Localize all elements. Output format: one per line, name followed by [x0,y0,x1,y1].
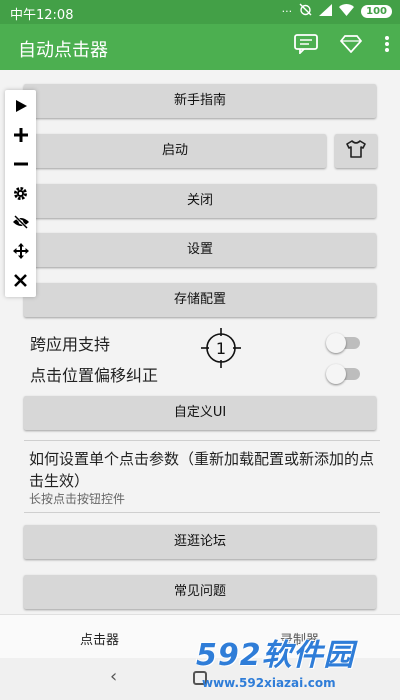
play-icon[interactable] [5,94,36,118]
watermark: 592软件园 www.592xiazai.com [196,630,400,700]
plus-icon[interactable] [5,123,36,147]
crosshair-icon: 1 [201,328,241,368]
cross-app-toggle[interactable] [326,333,360,353]
divider [24,440,380,441]
custom-ui-button[interactable]: 自定义UI [24,396,376,430]
battery-icon: 100 [361,4,392,18]
eye-off-icon[interactable] [5,210,36,234]
start-button[interactable]: 启动 [24,134,326,168]
watermark-url: www.592xiazai.com [202,676,336,690]
skin-button[interactable] [335,134,377,168]
offset-fix-label: 点击位置偏移纠正 [30,366,159,385]
shirt-icon [346,140,366,162]
dots-icon: ··· [281,4,293,18]
info-title: 如何设置单个点击参数（重新加载配置或新添加的点击生效） [29,450,375,490]
info-subtitle: 长按点击按钮控件 [29,492,126,506]
wifi-icon [339,3,355,19]
toggle-knob [326,364,346,384]
app-title: 自动点击器 [18,40,108,61]
faq-button[interactable]: 常见问题 [24,575,376,609]
target-number: 1 [216,339,226,358]
divider [24,512,380,513]
signal-icon [319,3,333,19]
minus-icon[interactable] [5,152,36,176]
floating-toolbar [5,90,36,297]
settings-button[interactable]: 设置 [24,233,376,267]
back-icon[interactable]: ‹ [110,666,117,687]
click-target[interactable]: 1 [200,327,242,369]
watermark-brand: 592软件园 [196,638,355,673]
app-bar: 自动点击器 [0,24,400,70]
save-config-button[interactable]: 存储配置 [24,283,376,317]
message-icon[interactable] [294,34,318,54]
close-button[interactable]: 关闭 [24,184,376,218]
tab-clicker[interactable]: 点击器 [80,629,119,648]
status-time: 中午12:08 [10,8,74,23]
status-bar: 中午12:08 ··· 100 [0,0,400,24]
move-icon[interactable] [5,239,36,263]
gear-icon[interactable] [5,181,36,205]
close-icon[interactable] [5,268,36,292]
diamond-icon[interactable] [340,35,362,53]
toggle-knob [326,333,346,353]
alarm-off-icon [299,3,312,19]
more-icon[interactable] [384,35,390,53]
app-actions [294,34,390,54]
status-icons: ··· 100 [282,3,392,19]
forum-button[interactable]: 逛逛论坛 [24,525,376,559]
guide-button[interactable]: 新手指南 [24,84,376,118]
offset-fix-toggle[interactable] [326,364,360,384]
cross-app-label: 跨应用支持 [30,335,111,354]
